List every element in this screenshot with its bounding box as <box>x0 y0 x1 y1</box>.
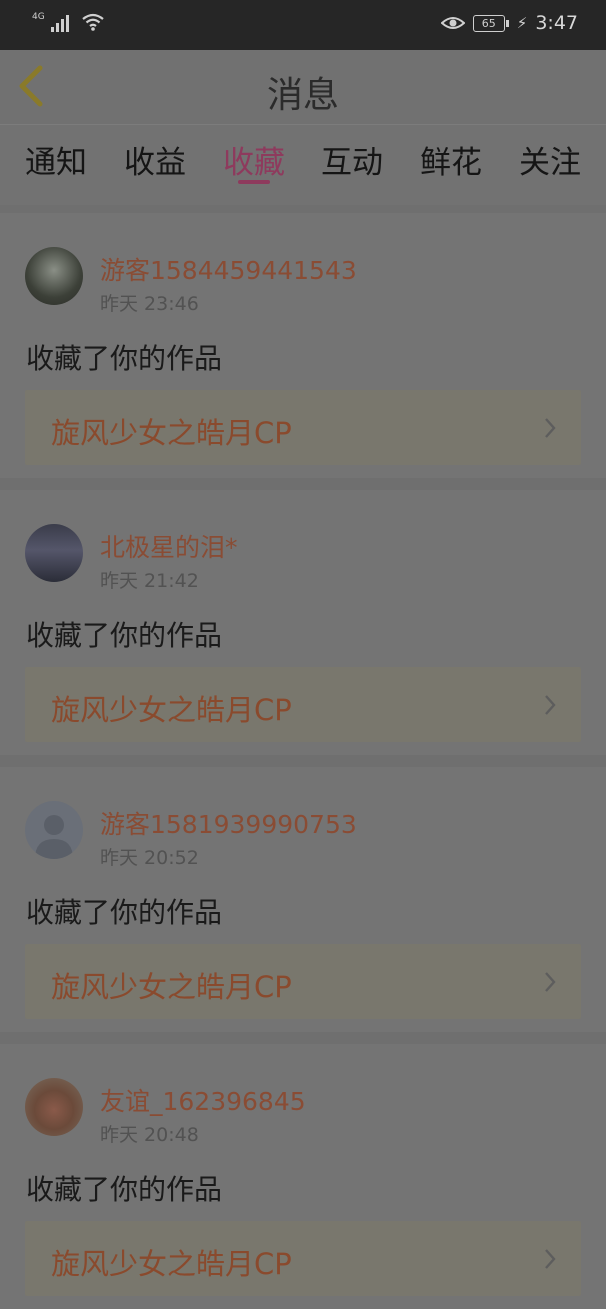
timestamp: 昨天 20:48 <box>100 1124 199 1146</box>
action-text: 收藏了你的作品 <box>26 1173 223 1206</box>
wifi-icon <box>82 13 104 31</box>
network-type: 4G <box>32 12 45 22</box>
action-text: 收藏了你的作品 <box>26 896 223 929</box>
chevron-right-icon <box>545 972 556 992</box>
app-header: 消息 <box>0 50 606 125</box>
timestamp: 昨天 23:46 <box>100 293 199 315</box>
signal-icon <box>50 14 69 32</box>
work-title: 旋风少女之皓月CP <box>51 970 292 1004</box>
tab-bar: 通知 收益 收藏 互动 鲜花 关注 <box>0 125 606 205</box>
work-link[interactable]: 旋风少女之皓月CP <box>25 1221 581 1296</box>
status-bar: 4G 65 ⚡ 3:47 <box>0 0 606 50</box>
username[interactable]: 游客1581939990753 <box>100 805 357 841</box>
chevron-right-icon <box>545 418 556 438</box>
username[interactable]: 北极星的泪* <box>100 528 238 564</box>
list-item[interactable]: 友谊_162396845 昨天 20:48 收藏了你的作品 旋风少女之皓月CP <box>0 1044 606 1309</box>
page-title: 消息 <box>266 75 339 116</box>
tab-notification[interactable]: 通知 <box>16 137 96 182</box>
tab-interaction[interactable]: 互动 <box>312 137 392 182</box>
status-left: 4G <box>32 12 105 32</box>
work-title: 旋风少女之皓月CP <box>51 693 292 727</box>
work-link[interactable]: 旋风少女之皓月CP <box>25 944 581 1019</box>
tab-favorites[interactable]: 收藏 <box>214 137 294 182</box>
list-item[interactable]: 游客1581939990753 昨天 20:52 收藏了你的作品 旋风少女之皓月… <box>0 767 606 1032</box>
work-title: 旋风少女之皓月CP <box>51 1247 292 1281</box>
chevron-right-icon <box>545 1249 556 1269</box>
action-text: 收藏了你的作品 <box>26 342 223 375</box>
battery-icon: 65 <box>472 14 509 32</box>
chevron-right-icon <box>545 695 556 715</box>
username[interactable]: 友谊_162396845 <box>100 1082 306 1118</box>
avatar[interactable] <box>25 247 83 305</box>
work-link[interactable]: 旋风少女之皓月CP <box>25 667 581 742</box>
action-text: 收藏了你的作品 <box>26 619 223 652</box>
active-tab-indicator <box>238 180 270 184</box>
avatar[interactable] <box>25 524 83 582</box>
tab-flowers[interactable]: 鲜花 <box>411 137 491 182</box>
avatar[interactable] <box>25 1078 83 1136</box>
tab-follow[interactable]: 关注 <box>510 137 590 182</box>
timestamp: 昨天 20:52 <box>100 847 199 869</box>
work-title: 旋风少女之皓月CP <box>51 416 292 450</box>
tab-earnings[interactable]: 收益 <box>115 137 195 182</box>
default-avatar-icon <box>35 815 73 859</box>
username[interactable]: 游客1584459441543 <box>100 251 357 287</box>
list-item[interactable]: 游客1584459441543 昨天 23:46 收藏了你的作品 旋风少女之皓月… <box>0 213 606 478</box>
work-link[interactable]: 旋风少女之皓月CP <box>25 390 581 465</box>
avatar[interactable] <box>25 801 83 859</box>
timestamp: 昨天 21:42 <box>100 570 199 592</box>
status-right: 65 ⚡ 3:47 <box>440 12 578 34</box>
charging-icon: ⚡ <box>516 14 528 32</box>
list-item[interactable]: 北极星的泪* 昨天 21:42 收藏了你的作品 旋风少女之皓月CP <box>0 490 606 755</box>
status-time: 3:47 <box>535 12 578 34</box>
eye-comfort-icon <box>440 17 465 29</box>
